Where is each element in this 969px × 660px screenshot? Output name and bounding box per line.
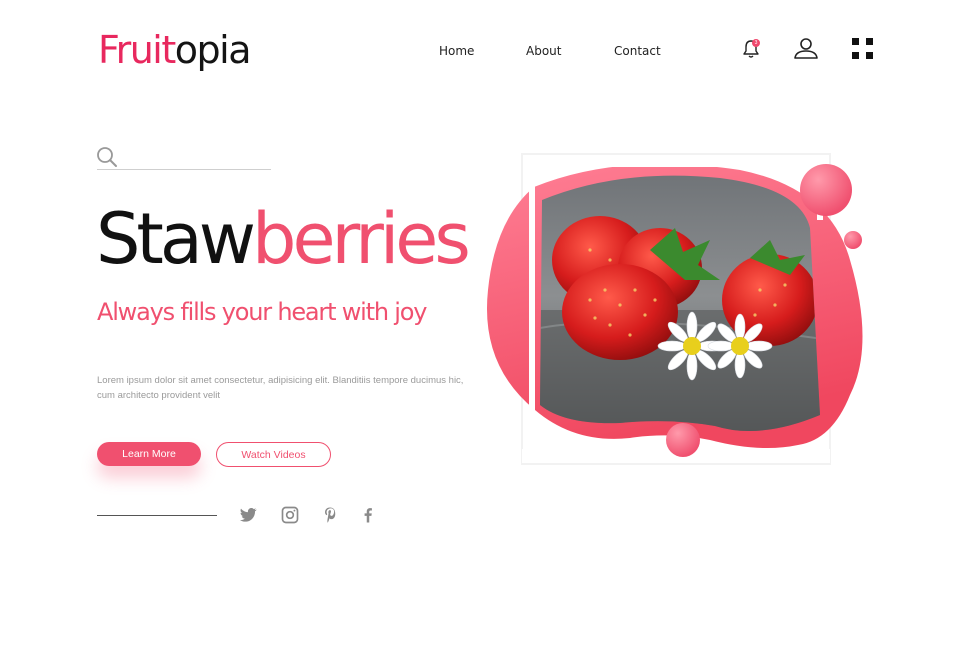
nav-home-link[interactable]: Home — [439, 44, 474, 58]
search-input[interactable] — [122, 148, 270, 168]
nav-contact-link[interactable]: Contact — [614, 44, 661, 58]
strawberry-photo — [540, 175, 820, 432]
nav-about-link[interactable]: About — [526, 44, 561, 58]
hero-image — [486, 153, 863, 465]
search-icon — [97, 147, 117, 167]
hero-title: Stawberries — [96, 204, 471, 274]
pinterest-icon[interactable] — [320, 505, 340, 525]
decor-bubble-bottom — [666, 423, 700, 457]
instagram-icon[interactable] — [280, 505, 300, 525]
hero-description: Lorem ipsum dolor sit amet consectetur, … — [97, 375, 464, 401]
social-divider — [97, 515, 217, 516]
grid-menu-icon[interactable] — [852, 38, 873, 59]
brand-logo-part1: Fruit — [98, 28, 176, 72]
hero-subtitle: Always fills your heart with joy — [97, 298, 427, 326]
hero-title-pink: berries — [252, 198, 471, 280]
watch-videos-button[interactable]: Watch Videos — [216, 442, 331, 467]
decor-bubble-large — [800, 164, 852, 216]
brand-logo[interactable]: Fruitopia — [98, 28, 252, 72]
search-underline — [97, 169, 271, 170]
user-icon[interactable] — [793, 36, 819, 62]
facebook-icon[interactable] — [358, 505, 378, 525]
learn-more-button[interactable]: Learn More — [97, 442, 201, 466]
notification-badge: 3 — [752, 39, 760, 47]
brand-logo-part2: opia — [174, 28, 252, 72]
hero-title-dark: Staw — [96, 198, 256, 280]
decor-bubble-small — [844, 231, 862, 249]
twitter-icon[interactable] — [238, 505, 258, 525]
